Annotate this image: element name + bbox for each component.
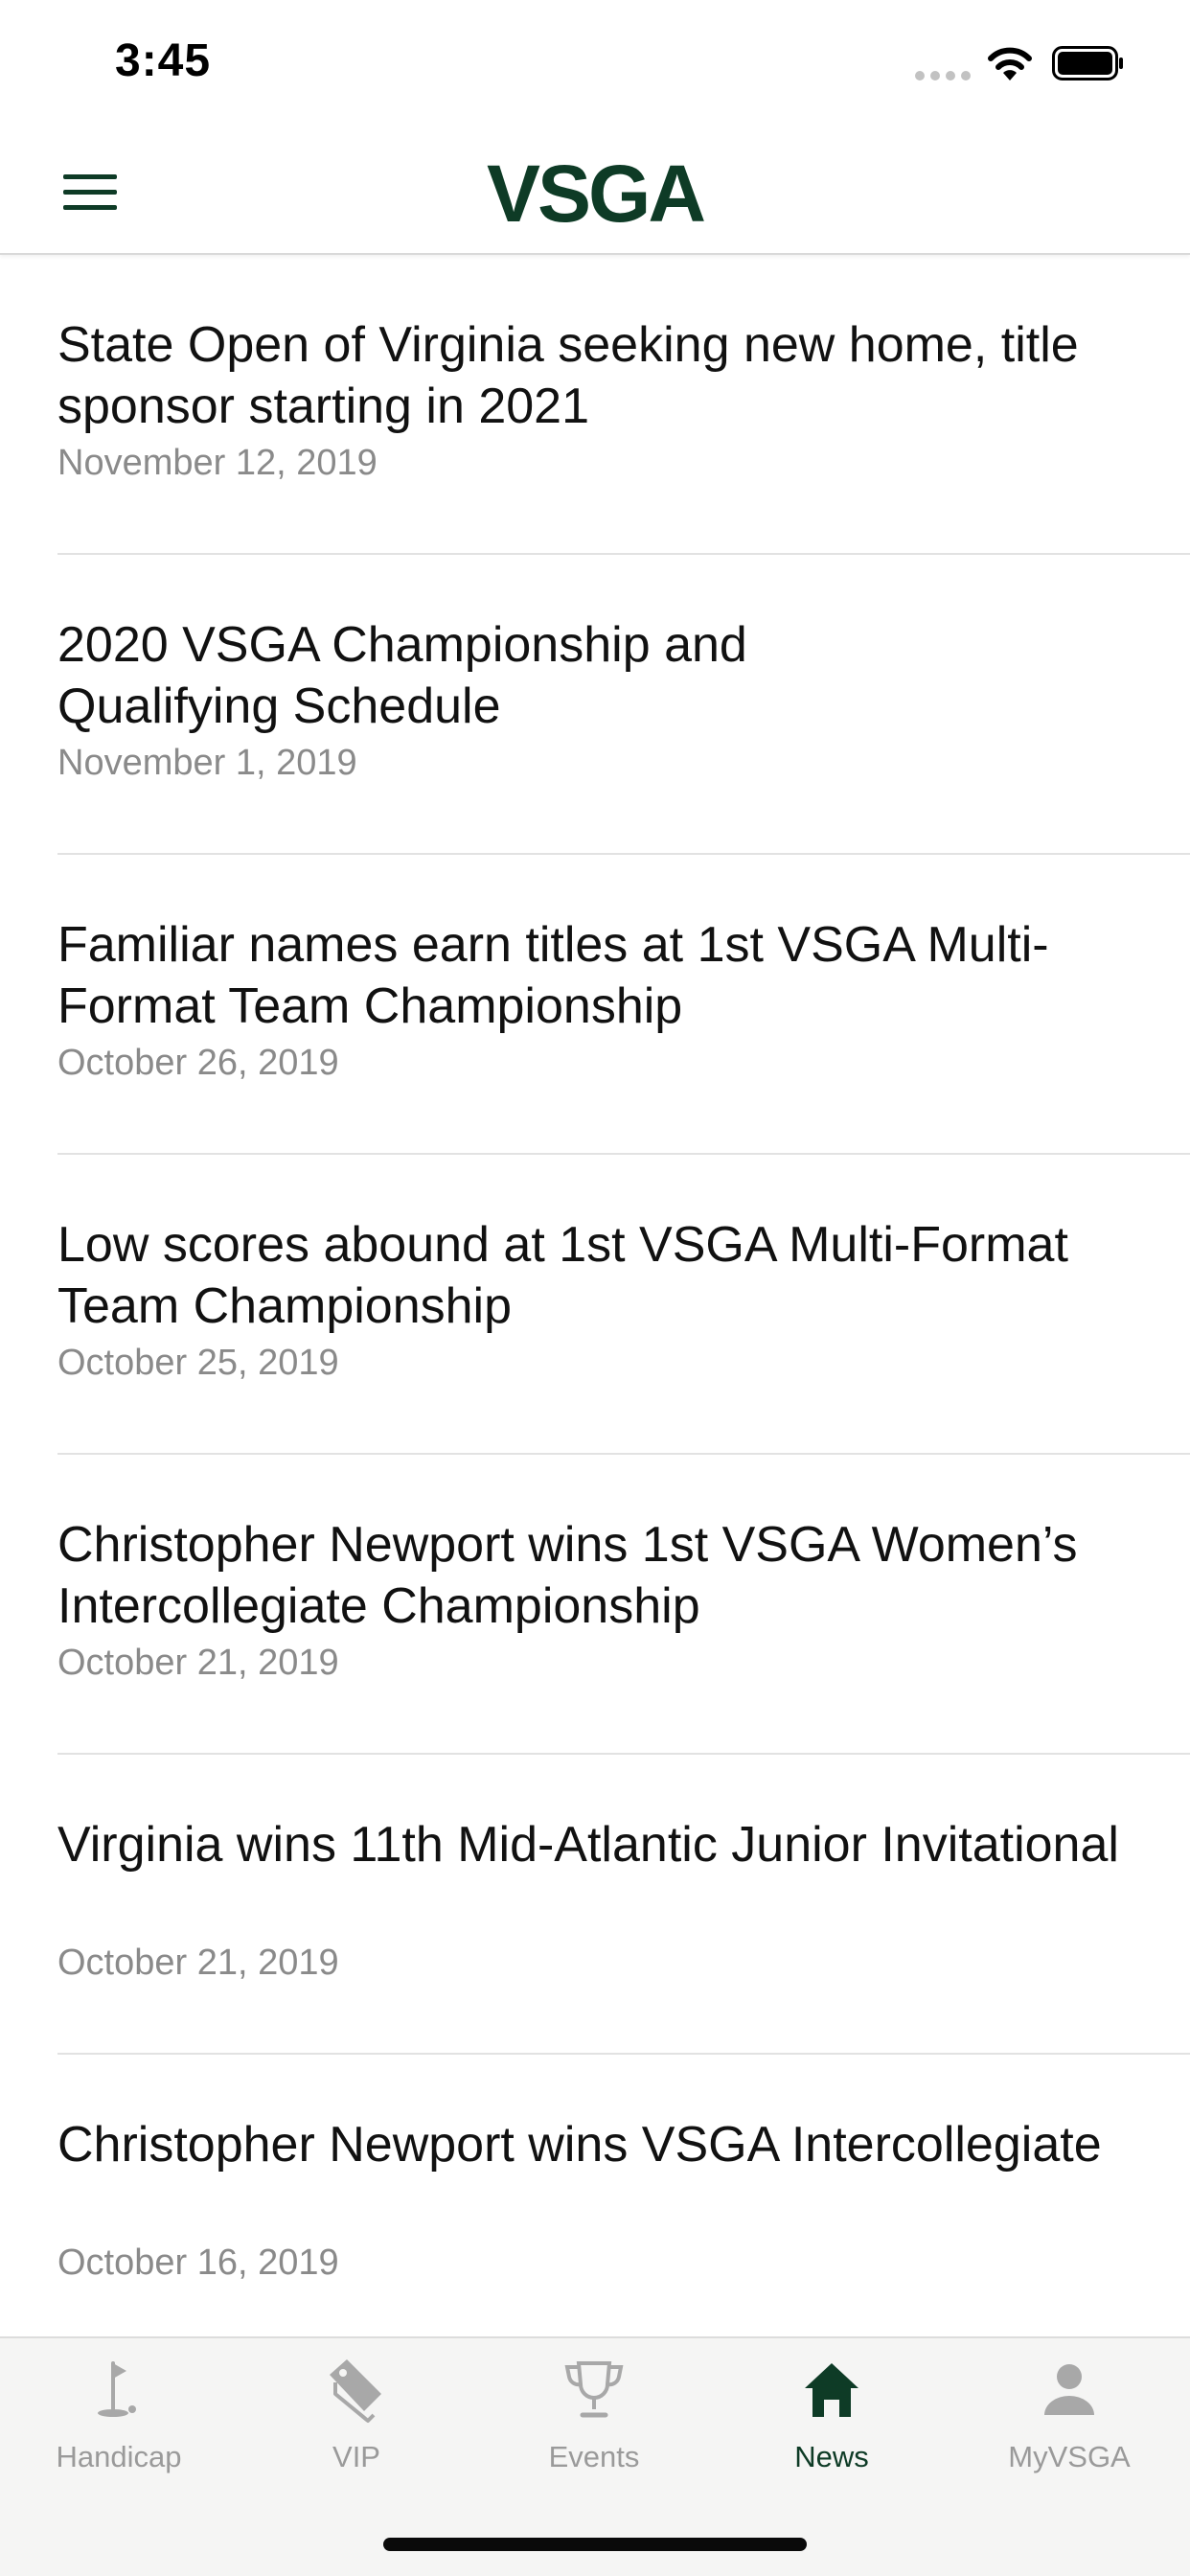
news-title: Christopher Newport wins 1st VSGA Women’… xyxy=(57,1517,1078,1634)
news-item[interactable]: Low scores abound at 1st VSGA Multi-Form… xyxy=(57,1155,1190,1455)
tab-myvsga[interactable]: MyVSGA xyxy=(950,2356,1188,2499)
status-time: 3:45 xyxy=(115,35,212,86)
tab-label-myvsga: MyVSGA xyxy=(1008,2440,1131,2473)
news-item[interactable]: Familiar names earn titles at 1st VSGA M… xyxy=(57,855,1190,1155)
news-item[interactable]: State Open of Virginia seeking new home,… xyxy=(57,255,1190,555)
tab-label-events: Events xyxy=(548,2440,640,2473)
person-icon xyxy=(1044,2364,1094,2415)
news-item[interactable]: 2020 VSGA Championship and Qualifying Sc… xyxy=(57,555,1190,855)
news-date: November 12, 2019 xyxy=(57,443,378,483)
news-title: 2020 VSGA Championship and Qualifying Sc… xyxy=(57,617,747,734)
tab-handicap[interactable]: Handicap xyxy=(0,2356,238,2499)
news-date: October 26, 2019 xyxy=(57,1043,339,1083)
news-date: October 25, 2019 xyxy=(57,1343,339,1383)
news-list: State Open of Virginia seeking new home,… xyxy=(0,255,1190,2336)
tab-label-news: News xyxy=(794,2440,869,2473)
wifi-icon xyxy=(988,47,1032,80)
news-date: October 21, 2019 xyxy=(57,1943,339,1983)
trophy-icon xyxy=(564,2361,624,2418)
battery-icon xyxy=(1052,46,1123,80)
home-indicator xyxy=(383,2538,807,2551)
tab-news[interactable]: News xyxy=(713,2356,950,2499)
status-bar: 3:45 xyxy=(0,0,1190,126)
golf-flag-icon xyxy=(98,2361,136,2417)
news-title: Christopher Newport wins VSGA Intercolle… xyxy=(57,2117,1102,2173)
cellular-signal-icon xyxy=(915,71,971,80)
home-icon xyxy=(805,2363,858,2417)
news-title: Familiar names earn titles at 1st VSGA M… xyxy=(57,917,1049,1034)
tab-label-handicap: Handicap xyxy=(56,2440,182,2473)
tab-label-vip: VIP xyxy=(332,2440,380,2473)
news-title: Virginia wins 11th Mid-Atlantic Junior I… xyxy=(57,1817,1119,1873)
news-title: Low scores abound at 1st VSGA Multi-Form… xyxy=(57,1217,1068,1334)
navigation-bar: VSGA xyxy=(0,126,1190,255)
news-item[interactable]: Virginia wins 11th Mid-Atlantic Junior I… xyxy=(57,1755,1190,2055)
news-date: October 21, 2019 xyxy=(57,1643,339,1683)
news-date: November 1, 2019 xyxy=(57,743,357,783)
app-screen: 3:45 VSGA State Open of Virginia seeking… xyxy=(0,0,1190,2576)
tag-icon xyxy=(330,2359,381,2423)
news-item[interactable]: Christopher Newport wins VSGA Intercolle… xyxy=(57,2055,1190,2336)
news-date: October 16, 2019 xyxy=(57,2242,339,2283)
vsga-logo: VSGA xyxy=(486,149,706,239)
news-title: State Open of Virginia seeking new home,… xyxy=(57,317,1079,434)
tab-events[interactable]: Events xyxy=(475,2356,713,2499)
tab-vip[interactable]: VIP xyxy=(238,2356,475,2499)
news-item[interactable]: Christopher Newport wins 1st VSGA Women’… xyxy=(57,1455,1190,1755)
